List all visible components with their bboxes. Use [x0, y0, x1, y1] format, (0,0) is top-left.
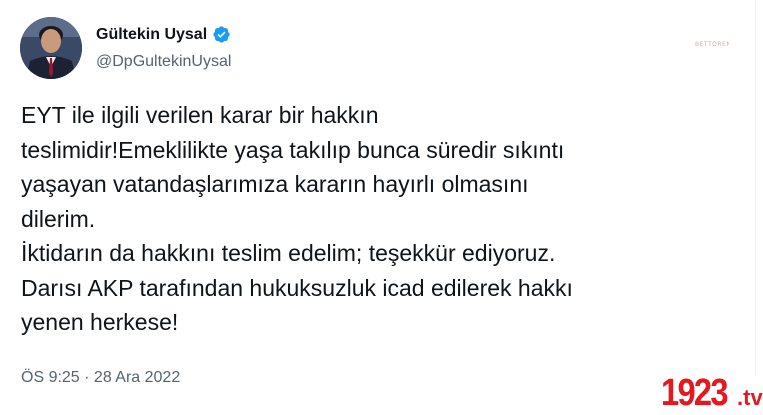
tweet-timestamp[interactable]: ÖS 9:25 · 28 Ara 2022: [21, 369, 180, 387]
tweet-line: EYT ile ilgili verilen karar bir hakkın: [21, 102, 379, 128]
small-watermark: BETTORENK: [695, 38, 736, 50]
author-handle[interactable]: @DpGultekinUysal: [96, 53, 231, 71]
svg-text:BETTORENK: BETTORENK: [695, 41, 729, 48]
tweet-text: EYT ile ilgili verilen karar bir hakkın …: [21, 98, 741, 340]
tweet-header: Gültekin Uysal @DpGultekinUysal: [20, 17, 740, 87]
tweet-line: Darısı AKP tarafından hukuksuzluk icad e…: [21, 274, 573, 301]
tweet-line: İktidarın da hakkını teslim edelim; teşe…: [21, 240, 556, 266]
tweet-line: dilerim.: [21, 205, 96, 232]
avatar-image: [20, 17, 82, 79]
author-name-row: Gültekin Uysal: [96, 25, 231, 44]
author-display-name[interactable]: Gültekin Uysal: [96, 26, 207, 44]
tweet-line: yenen herkese!: [21, 309, 179, 335]
tweet-line: teslimidir!Emeklilikte yaşa takılıp bunc…: [21, 136, 565, 163]
verified-badge-icon: [212, 25, 231, 44]
author-avatar[interactable]: [20, 17, 82, 79]
logo-number: 1923: [661, 372, 729, 414]
1923tv-logo: 1923 .tv: [659, 372, 763, 415]
tweet-card: Gültekin Uysal @DpGultekinUysal BETTOREN…: [0, 0, 756, 415]
logo-suffix: .tv: [737, 385, 763, 410]
tweet-line: yaşayan vatandaşlarımıza kararın hayırlı…: [21, 171, 529, 197]
